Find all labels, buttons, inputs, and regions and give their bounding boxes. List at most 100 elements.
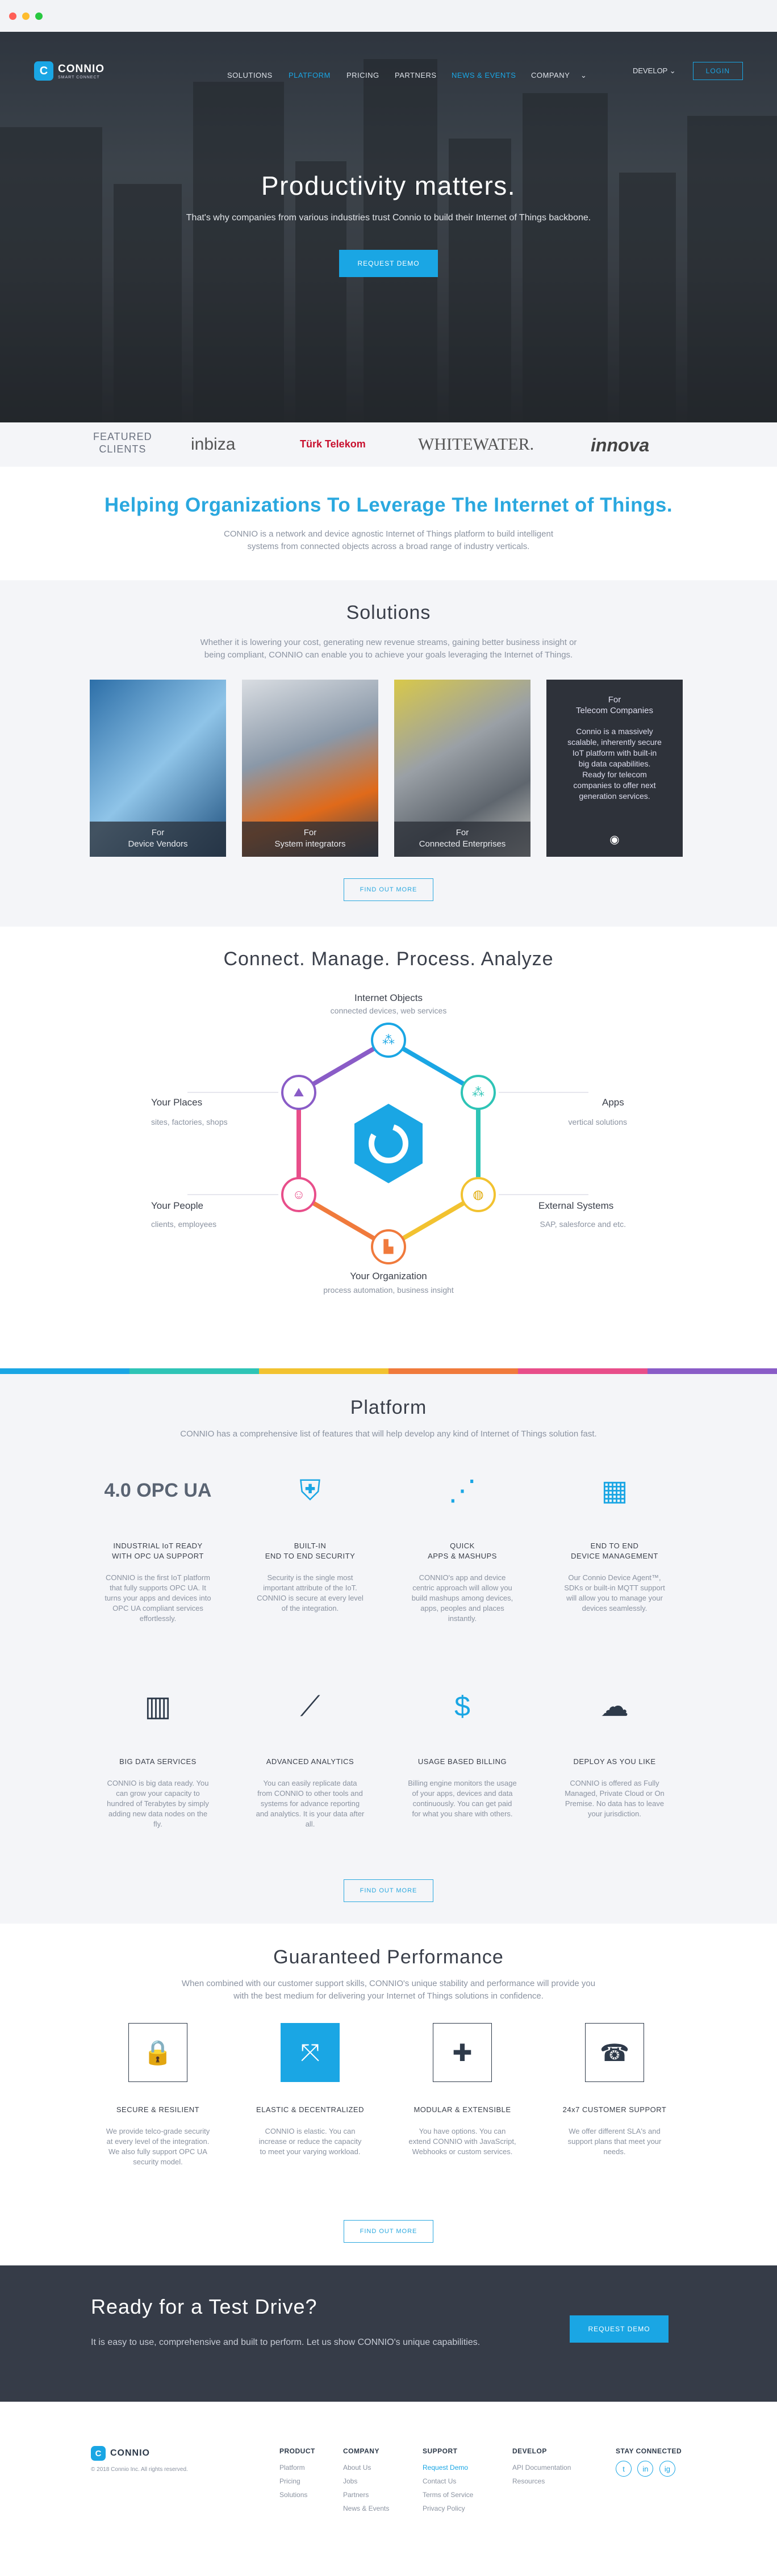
footer-link[interactable]: Jobs <box>343 2474 389 2488</box>
feature-opc-ua: 4.0 OPC UA INDUSTRIAL IoT READY WITH OPC … <box>90 1459 226 1624</box>
globe-icon: ◍ <box>473 1187 484 1201</box>
node-apps[interactable]: ⁂ <box>461 1075 496 1110</box>
nav-company[interactable]: COMPANY <box>531 71 570 79</box>
feature-description: CONNIO's app and device centric approach… <box>411 1573 513 1623</box>
places-icon: ⛰ <box>293 1085 304 1099</box>
feature-title: END TO END <box>590 1542 639 1550</box>
color-stripe <box>0 1368 777 1374</box>
minimize-dot-icon[interactable] <box>22 12 30 20</box>
footer-link[interactable]: Resources <box>512 2474 571 2488</box>
connio-logo[interactable]: C CONNIO SMART CONNECT <box>34 61 105 81</box>
feature-subtitle: WITH OPC UA SUPPORT <box>112 1552 204 1560</box>
logo-mark-icon: C <box>91 2446 106 2461</box>
line-chart-icon: ⟋ <box>300 1690 320 1722</box>
footer-col-product: PRODUCT Platform Pricing Solutions <box>279 2447 315 2502</box>
feature-description: CONNIO is big data ready. You can grow y… <box>107 1779 209 1828</box>
phone-clock-icon: ☎ <box>585 2023 644 2082</box>
footer-link[interactable]: Contact Us <box>423 2474 473 2488</box>
feature-description: CONNIO is the first IoT platform that fu… <box>105 1573 211 1623</box>
billing-icon: $ <box>454 1690 470 1722</box>
feature-device-management: ▦ END TO END DEVICE MANAGEMENT Our Connio… <box>546 1459 683 1614</box>
footer: C CONNIO © 2018 Connio Inc. All rights r… <box>0 2402 777 2576</box>
card-for-label: For <box>303 828 317 837</box>
feature-security: ⛨ BUILT-IN END TO END SECURITY Security i… <box>242 1459 378 1614</box>
feature-title: BUILT-IN <box>294 1542 327 1550</box>
feature-mashups: ⋰ QUICK APPS & MASHUPS CONNIO's app and d… <box>394 1459 530 1624</box>
feature-subtitle: END TO END SECURITY <box>265 1552 356 1560</box>
helping-section: Helping Organizations To Leverage The In… <box>0 467 777 580</box>
platform-section: Platform CONNIO has a comprehensive list… <box>0 1374 777 1924</box>
hero-request-demo-button[interactable]: REQUEST DEMO <box>339 250 438 277</box>
feature-description: Security is the single most important at… <box>257 1573 364 1612</box>
linkedin-icon[interactable]: in <box>637 2461 654 2477</box>
footer-social-title: STAY CONNECTED <box>616 2447 682 2455</box>
nav-develop[interactable]: DEVELOP ⌄ <box>633 66 676 76</box>
solution-card-connected-enterprises[interactable]: For Connected Enterprises <box>394 680 530 857</box>
card-description: Connio is a massively scalable, inherent… <box>567 727 662 801</box>
featured-label-line1: FEATURED <box>93 431 152 442</box>
solutions-find-out-more-button[interactable]: FIND OUT MORE <box>344 878 433 901</box>
solution-card-system-integrators[interactable]: For System integrators <box>242 680 378 857</box>
nav-partners[interactable]: PARTNERS <box>395 71 437 79</box>
footer-link[interactable]: Partners <box>343 2488 389 2502</box>
maximize-dot-icon[interactable] <box>35 12 43 20</box>
label-apps: Apps <box>602 1097 624 1108</box>
factory-icon: ▙ <box>383 1239 394 1254</box>
footer-link[interactable]: Platform <box>279 2461 315 2474</box>
hero-subtitle: That's why companies from various indust… <box>186 213 591 223</box>
footer-link[interactable]: News & Events <box>343 2502 389 2515</box>
nav-news-events[interactable]: NEWS & EVENTS <box>452 71 516 79</box>
footer-link[interactable]: Terms of Service <box>423 2488 473 2502</box>
shield-network-icon: ⛨ <box>299 1474 321 1506</box>
footer-logo[interactable]: C CONNIO © 2018 Connio Inc. All rights r… <box>91 2446 188 2473</box>
nav-pricing[interactable]: PRICING <box>346 71 379 79</box>
node-your-organization[interactable]: ▙ <box>371 1229 406 1264</box>
footer-link[interactable]: API Documentation <box>512 2461 571 2474</box>
solution-card-device-vendors[interactable]: For Device Vendors <box>90 680 226 857</box>
perf-title: MODULAR & EXTENSIBLE <box>413 2105 511 2114</box>
nav-company-chevron-icon[interactable]: ⌄ <box>580 71 587 80</box>
footer-link[interactable]: Request Demo <box>423 2461 473 2474</box>
footer-link[interactable]: Privacy Policy <box>423 2502 473 2515</box>
feature-big-data: ▥ BIG DATA SERVICES CONNIO is big data r… <box>90 1675 226 1829</box>
footer-copyright: © 2018 Connio Inc. All rights reserved. <box>91 2466 188 2473</box>
feature-description: Our Connio Device Agent™, SDKs or built-… <box>564 1573 665 1612</box>
footer-link[interactable]: About Us <box>343 2461 389 2474</box>
nav-solutions[interactable]: SOLUTIONS <box>227 71 273 79</box>
opc-ua-icon: 4.0 OPC UA <box>104 1479 212 1501</box>
instagram-icon[interactable]: ig <box>659 2461 675 2477</box>
platform-find-out-more-button[interactable]: FIND OUT MORE <box>344 1879 433 1902</box>
solution-card-telecom[interactable]: For Telecom Companies Connio is a massiv… <box>546 680 683 857</box>
footer-social: STAY CONNECTED t in ig <box>616 2447 682 2477</box>
node-your-places[interactable]: ⛰ <box>281 1075 316 1110</box>
logo-tagline: SMART CONNECT <box>58 75 100 79</box>
logo-name: CONNIO <box>58 62 105 75</box>
footer-link[interactable]: Solutions <box>279 2488 315 2502</box>
devices-icon: ▦ <box>601 1475 628 1506</box>
performance-text-line1: When combined with our customer support … <box>181 1979 596 1988</box>
hero-title: Productivity matters. <box>261 171 516 200</box>
node-external-systems[interactable]: ◍ <box>461 1177 496 1212</box>
logo-mark-icon: C <box>34 61 53 81</box>
feature-title: ADVANCED ANALYTICS <box>266 1757 354 1766</box>
node-internet-objects[interactable]: ⁂ <box>371 1023 406 1058</box>
performance-section: Guaranteed Performance When combined wit… <box>0 1924 777 2265</box>
hexagon-diagram <box>187 1038 588 1249</box>
footer-col-support: SUPPORT Request Demo Contact Us Terms of… <box>423 2447 473 2515</box>
perf-description: We provide telco-grade security at every… <box>106 2127 210 2166</box>
node-your-people[interactable]: ☺ <box>281 1177 316 1212</box>
twitter-icon[interactable]: t <box>616 2461 632 2477</box>
label-your-places: Your Places <box>151 1097 203 1108</box>
mashup-network-icon: ⋰ <box>448 1475 477 1506</box>
people-icon: ☺ <box>292 1187 306 1201</box>
devices-network-icon: ⁂ <box>382 1033 395 1047</box>
performance-find-out-more-button[interactable]: FIND OUT MORE <box>344 2220 433 2243</box>
footer-link[interactable]: Pricing <box>279 2474 315 2488</box>
cta-request-demo-button[interactable]: REQUEST DEMO <box>570 2315 669 2343</box>
perf-title: SECURE & RESILIENT <box>116 2105 200 2114</box>
nav-platform[interactable]: PLATFORM <box>289 71 331 79</box>
close-dot-icon[interactable] <box>9 12 16 20</box>
login-button[interactable]: LOGIN <box>692 62 743 80</box>
feature-title: QUICK <box>450 1542 475 1550</box>
cta-text: It is easy to use, comprehensive and bui… <box>91 2338 481 2347</box>
